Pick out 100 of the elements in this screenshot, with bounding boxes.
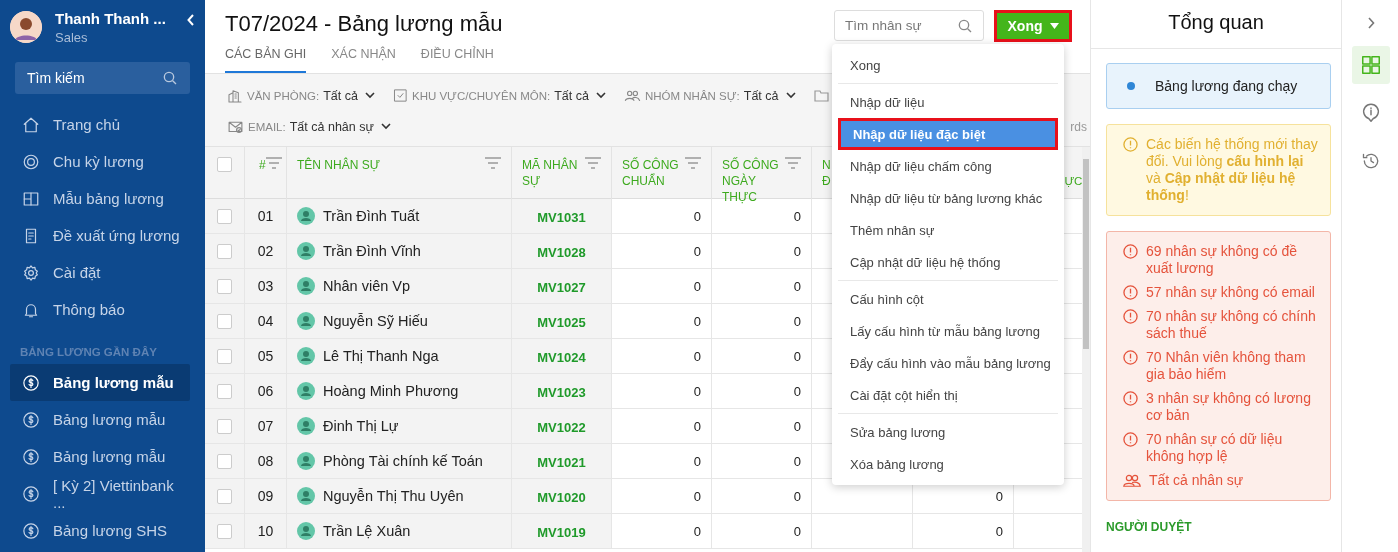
menu-item[interactable]: Xong	[838, 49, 1058, 81]
menu-item[interactable]: Cài đặt cột hiển thị	[838, 379, 1058, 411]
employee-code: MV1021	[537, 455, 586, 470]
issue-text: 70 nhân sự có dữ liệu không hợp lệ	[1146, 431, 1284, 465]
menu-item[interactable]: Nhập dữ liệu từ bảng lương khác	[838, 182, 1058, 214]
row-number: 07	[257, 418, 274, 434]
menu-item[interactable]: Nhập dữ liệu đặc biệt	[838, 118, 1058, 150]
panel-title: Tổng quan	[1168, 10, 1264, 34]
row-number: 05	[257, 348, 274, 364]
nav-item[interactable]: Thông báo	[0, 291, 205, 328]
table-cell: 0	[793, 348, 801, 364]
employee-code: MV1023	[537, 385, 586, 400]
column-header: #	[259, 157, 266, 174]
menu-item[interactable]: Nhập dữ liệu	[838, 86, 1058, 118]
employee-code: MV1024	[537, 350, 586, 365]
employee-name: Nguyễn Thị Thu Uyên	[323, 488, 464, 504]
column-header: SỐ CÔNG CHUẨN	[622, 157, 679, 190]
employee-name: Trần Đình Tuất	[323, 208, 420, 224]
filter-dropdown[interactable]: Tất cả	[323, 88, 375, 103]
search-field[interactable]: Tìm nhân sự	[834, 10, 984, 41]
recent-item[interactable]: Bảng lương mẫu	[10, 438, 190, 475]
table-cell: 0	[693, 243, 701, 259]
row-number: 04	[257, 313, 274, 329]
employee-name: Phòng Tài chính kế Toán	[323, 453, 483, 469]
filter-label: NHÓM NHÂN SỰ:	[644, 89, 740, 102]
employee-name: Đinh Thị Lự	[323, 418, 399, 434]
status-label: Bảng lương đang chạy	[1155, 78, 1298, 94]
issue-text: 70 nhân sự không có chính sách thuế	[1146, 308, 1317, 342]
search-field[interactable]: Tìm kiếm	[15, 62, 190, 94]
nav-item[interactable]: Cài đặt	[0, 254, 205, 291]
employee-name: Hoàng Minh Phương	[323, 383, 459, 399]
filter-label: rds	[1070, 119, 1087, 134]
filter-label: EMAIL:	[248, 120, 286, 133]
recent-item[interactable]: Bảng lương SHS	[10, 512, 190, 549]
issue-text: 3 nhân sự không có lương cơ bản	[1146, 390, 1312, 424]
issue-text: 57 nhân sự không có email	[1146, 284, 1315, 301]
recent-item[interactable]: Bảng lương mẫu	[10, 364, 190, 401]
filter-label: KHU VỰC/CHUYÊN MÔN:	[411, 89, 551, 102]
employee-code: MV1022	[537, 420, 586, 435]
employee-name: Trần Đình Vĩnh	[323, 243, 421, 259]
table-cell: 0	[995, 523, 1003, 539]
tab[interactable]: XÁC NHẬN	[331, 47, 396, 73]
employee-name: Nguyễn Sỹ Hiếu	[323, 313, 428, 329]
issue-text: 70 Nhân viên không tham gia bảo hiểm	[1146, 349, 1307, 383]
section-title: NGƯỜI DUYỆT	[1106, 520, 1193, 534]
nav-item[interactable]: Chu kỳ lương	[0, 143, 205, 180]
employee-code: MV1027	[537, 280, 586, 295]
menu-item[interactable]: Cấu hình cột	[838, 283, 1058, 315]
menu-item[interactable]: Nhập dữ liệu chấm công	[838, 150, 1058, 182]
employee-name: Nhân viên Vp	[323, 278, 411, 294]
menu-item[interactable]: Sửa bảng lương	[838, 416, 1058, 448]
issue-text: 69 nhân sự không có đề xuất lương	[1146, 243, 1299, 277]
tab[interactable]: ĐIỀU CHỈNH	[420, 47, 494, 73]
recent-item[interactable]: [ Kỳ 2] Viettinbank ...	[10, 475, 190, 512]
page-title: T07/2024 - Bảng lương mẫu	[225, 11, 504, 37]
section-title: BẢNG LƯƠNG GẦN ĐÂY	[19, 345, 158, 360]
row-number: 10	[257, 523, 274, 539]
table-cell: 0	[693, 523, 701, 539]
menu-item[interactable]: Xóa bảng lương	[838, 448, 1058, 480]
employee-code: MV1025	[537, 315, 586, 330]
table-cell: 0	[995, 488, 1003, 504]
column-header: N Đ	[822, 157, 831, 190]
menu-item[interactable]: Lấy cấu hình từ mẫu bảng lương	[838, 315, 1058, 347]
table-cell: 0	[693, 418, 701, 434]
employee-code: MV1020	[537, 490, 586, 505]
filter-dropdown[interactable]: Tất cả	[554, 88, 606, 103]
row-number: 03	[257, 278, 274, 294]
all-staff-link[interactable]: Tất cả nhân sự	[1149, 472, 1244, 489]
table-cell: 0	[793, 383, 801, 399]
column-header: SỐ CÔNG NGÀY THỰC	[722, 157, 780, 205]
menu-item[interactable]: Thêm nhân sự	[838, 214, 1058, 246]
recent-item[interactable]: Bảng lương mẫu	[10, 401, 190, 438]
employee-name: Trần Lệ Xuân	[323, 523, 411, 539]
table-cell: 0	[793, 453, 801, 469]
row-number: 08	[257, 453, 274, 469]
table-cell: 0	[693, 313, 701, 329]
filter-dropdown[interactable]: Tất cả	[743, 88, 796, 103]
warning-text: Các biến hệ thống mới thay đổi. Vui lòng cấu hình lại và Cập nhật dữ liệu hệ thống!	[1146, 136, 1318, 204]
row-number: 01	[257, 208, 274, 224]
table-cell: 0	[693, 488, 701, 504]
menu-item[interactable]: Đẩy cấu hình vào mẫu bảng lương	[838, 347, 1058, 379]
column-header: ỰC	[1064, 174, 1082, 189]
nav-item[interactable]: Mẫu bảng lương	[0, 180, 205, 217]
filter-dropdown[interactable]: Tất cả nhân sự	[289, 119, 391, 134]
table-cell: 0	[693, 208, 701, 224]
nav-item[interactable]: Đề xuất ứng lương	[0, 217, 205, 254]
table-cell: 0	[793, 278, 801, 294]
table-cell: 0	[793, 523, 801, 539]
row-number: 02	[257, 243, 274, 259]
user-name: Thanh Thanh ...	[55, 9, 167, 27]
user-role: Sales	[55, 29, 89, 45]
table-cell: 0	[793, 243, 801, 259]
nav-item[interactable]: Trang chủ	[0, 106, 205, 143]
menu-item[interactable]: Cập nhật dữ liệu hệ thống	[838, 246, 1058, 278]
column-header: MÃ NHÂN SỰ	[522, 157, 578, 190]
employee-code: MV1028	[537, 245, 586, 260]
employee-name: Lê Thị Thanh Nga	[323, 348, 439, 364]
employee-code: MV1031	[537, 210, 586, 225]
employee-code: MV1019	[537, 525, 586, 540]
table-cell: 0	[793, 313, 801, 329]
